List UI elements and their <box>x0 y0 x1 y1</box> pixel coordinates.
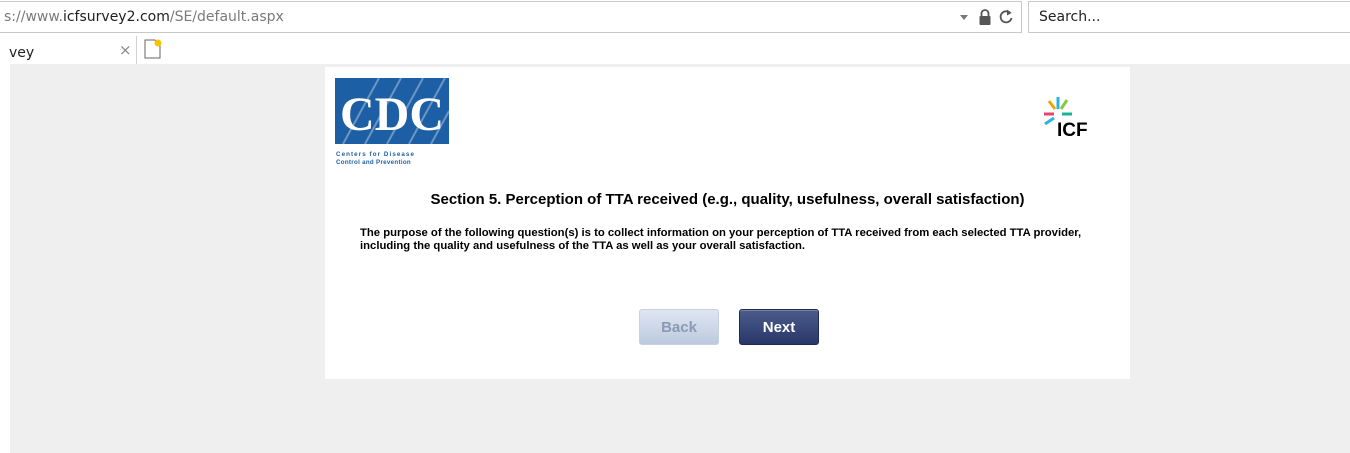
cdc-logo-line2: Control and Prevention <box>336 159 411 166</box>
survey-card: CDC Centers for Disease Control and Prev… <box>325 67 1130 379</box>
section-title: Section 5. Perception of TTA received (e… <box>430 191 1025 208</box>
lock-icon[interactable] <box>978 8 992 26</box>
search-box[interactable] <box>1028 1 1350 33</box>
url-prefix: s://www. <box>4 9 63 25</box>
cdc-logo: CDC Centers for Disease Control and Prev… <box>335 77 450 172</box>
address-text[interactable]: s://www.icfsurvey2.com/SE/default.aspx <box>4 9 284 25</box>
browser-toolbar: s://www.icfsurvey2.com/SE/default.aspx <box>0 0 1350 36</box>
page-viewport: CDC Centers for Disease Control and Prev… <box>10 64 1350 453</box>
url-domain: icfsurvey2.com <box>62 9 170 25</box>
refresh-icon[interactable] <box>998 8 1014 26</box>
url-path: /SE/default.aspx <box>169 9 284 25</box>
back-button[interactable]: Back <box>639 309 719 345</box>
tab-close-icon[interactable]: × <box>119 41 132 59</box>
cdc-logo-line1: Centers for Disease <box>336 151 415 158</box>
url-history-dropdown-icon[interactable] <box>960 14 968 20</box>
intro-text: The purpose of the following question(s)… <box>360 227 1082 252</box>
icf-logo: ICF <box>1034 94 1114 144</box>
icf-logo-text: ICF <box>1057 120 1088 141</box>
new-tab-icon[interactable] <box>143 38 163 60</box>
tab-title: vey <box>9 45 35 61</box>
tab-strip: vey × <box>0 36 1350 64</box>
cdc-logo-text: CDC <box>340 88 444 141</box>
search-input[interactable] <box>1029 2 1350 32</box>
address-bar[interactable]: s://www.icfsurvey2.com/SE/default.aspx <box>0 1 1022 33</box>
next-button[interactable]: Next <box>739 309 819 345</box>
active-tab[interactable]: vey × <box>0 36 137 64</box>
